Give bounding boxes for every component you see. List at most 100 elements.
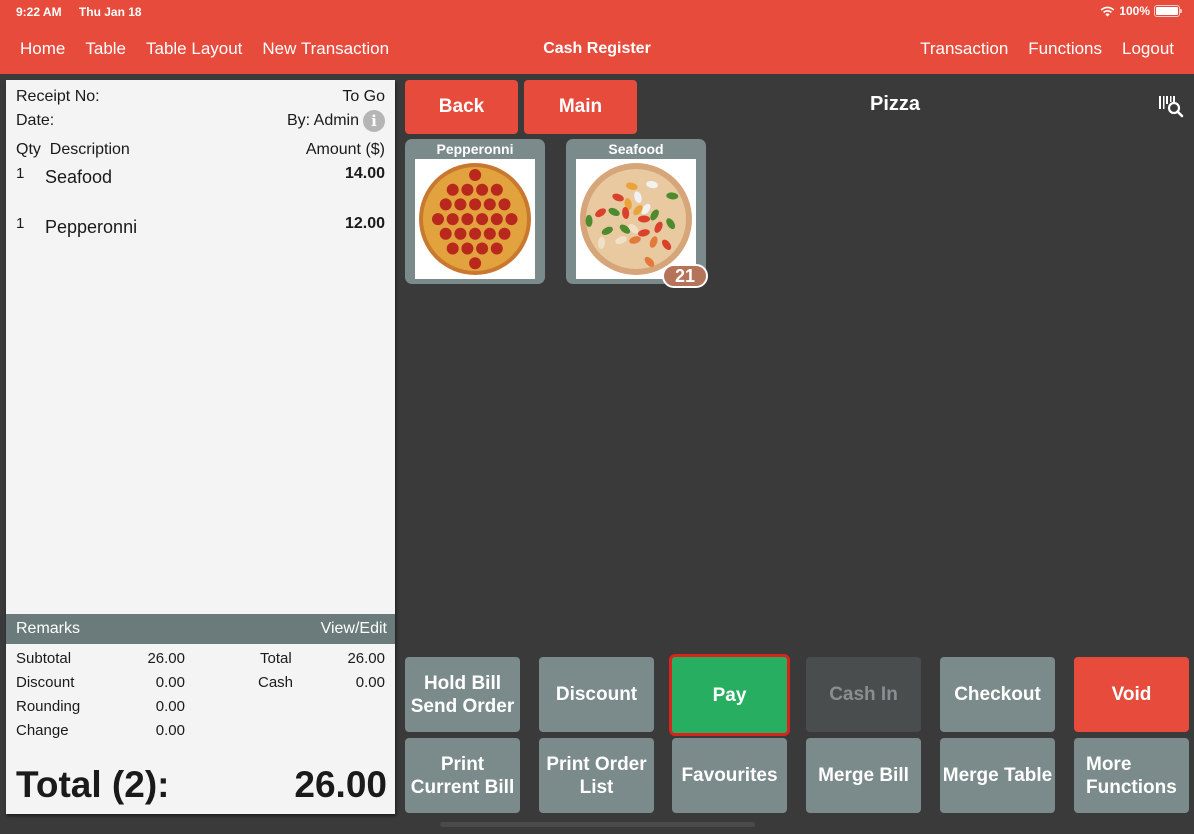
print-order-list-button[interactable]: Print Order List <box>539 738 654 813</box>
seafood-pizza-image <box>576 159 696 279</box>
home-indicator[interactable] <box>440 822 755 827</box>
nav-logout[interactable]: Logout <box>1122 39 1174 59</box>
pepperoni-slice <box>476 183 489 196</box>
pepperoni-slice <box>483 198 496 211</box>
change-value: 0.00 <box>155 722 185 739</box>
remarks-label: Remarks <box>16 620 81 637</box>
grand-total: Total (2): 26.00 <box>16 764 387 806</box>
remarks-bar[interactable]: Remarks View/Edit <box>6 614 395 644</box>
pepperoni-slice <box>490 183 503 196</box>
item-qty: 1 <box>16 215 25 232</box>
grand-total-label: Total (2): <box>16 764 170 805</box>
checkout-button[interactable]: Checkout <box>940 657 1055 732</box>
seafood-topping <box>638 215 650 223</box>
pepperoni-slice <box>490 213 503 226</box>
pizza-icon <box>419 163 531 275</box>
item-description: Seafood <box>45 167 113 187</box>
pepperoni-slice <box>469 227 482 240</box>
pepperoni-slice <box>498 198 511 211</box>
by-admin: By: Admin i <box>287 110 385 132</box>
nav-new-transaction[interactable]: New Transaction <box>262 39 389 59</box>
by-label: By: Admin <box>286 112 359 129</box>
pepperoni-slice <box>505 213 518 226</box>
receipt-no-row: Receipt No: To Go <box>16 88 385 106</box>
pepperoni-slice <box>446 213 459 226</box>
pepperoni-slice <box>498 227 511 240</box>
col-description: Description <box>49 141 130 158</box>
pepperoni-slice <box>446 242 459 255</box>
status-time: 9:22 AM <box>16 5 62 19</box>
grand-total-value: 26.00 <box>294 764 387 805</box>
nav-table[interactable]: Table <box>85 39 126 59</box>
pepperoni-slice <box>476 213 489 226</box>
date-label: Date: <box>16 112 55 129</box>
item-description: Pepperonni <box>45 217 138 237</box>
pepperoni-slice <box>461 213 474 226</box>
item-amount: 12.00 <box>344 215 385 232</box>
pepperoni-slice <box>454 198 467 211</box>
product-name: Pepperonni <box>436 141 514 157</box>
print-current-bill-button[interactable]: Print Current Bill <box>405 738 520 813</box>
pay-button[interactable]: Pay <box>669 654 790 736</box>
col-qty: Qty <box>16 141 41 158</box>
battery-percent: 100% <box>1119 4 1150 18</box>
nav-left: Home Table Table Layout New Transaction <box>20 39 389 59</box>
status-bar-right: 100% <box>1100 4 1182 18</box>
nav-table-layout[interactable]: Table Layout <box>146 39 242 59</box>
merge-bill-button[interactable]: Merge Bill <box>806 738 921 813</box>
pepperoni-slice <box>469 257 482 270</box>
pepperoni-pizza-image <box>415 159 535 279</box>
pepperoni-slice <box>454 227 467 240</box>
remarks-view-edit[interactable]: View/Edit <box>321 620 387 638</box>
product-tile-pepperonni[interactable]: Pepperonni <box>405 139 545 284</box>
receipt-item[interactable]: 1 Pepperonni 12.00 <box>16 215 385 241</box>
void-button[interactable]: Void <box>1074 657 1189 732</box>
nav-home[interactable]: Home <box>20 39 65 59</box>
nav-right: Transaction Functions Logout <box>920 39 1174 59</box>
pepperoni-slice <box>469 169 482 181</box>
barcode-search-icon[interactable] <box>1158 94 1184 118</box>
status-bar-left: 9:22 AM Thu Jan 18 <box>16 5 156 19</box>
pepperoni-slice <box>490 242 503 255</box>
receipt-panel: Receipt No: To Go Date: By: Admin i Qty … <box>6 80 395 814</box>
pepperoni-slice <box>439 198 452 211</box>
category-title: Pizza <box>870 93 921 115</box>
order-type[interactable]: To Go <box>342 88 385 106</box>
favourites-button[interactable]: Favourites <box>672 738 787 813</box>
change-label: Change <box>16 722 69 739</box>
nav-functions[interactable]: Functions <box>1028 39 1102 59</box>
total-label: Total <box>260 650 292 667</box>
pepperoni-slice <box>476 242 489 255</box>
pepperoni-slice <box>461 183 474 196</box>
stock-count-badge: 21 <box>662 264 708 288</box>
total-value: 26.00 <box>347 650 385 667</box>
info-icon[interactable]: i <box>363 110 385 132</box>
receipt-item[interactable]: 1 Seafood 14.00 <box>16 165 385 191</box>
pepperoni-slice <box>439 227 452 240</box>
pizza-icon <box>580 163 692 275</box>
col-qty-desc: Qty Description <box>16 141 130 159</box>
rounding-label: Rounding <box>16 698 81 715</box>
wifi-icon <box>1100 6 1115 16</box>
discount-value: 0.00 <box>155 674 185 691</box>
top-bar: 9:22 AM Thu Jan 18 100% Home Table Table… <box>0 0 1194 74</box>
discount-button[interactable]: Discount <box>539 657 654 732</box>
rounding-value: 0.00 <box>155 698 185 715</box>
battery-fill <box>1156 7 1178 15</box>
merge-table-button[interactable]: Merge Table <box>940 738 1055 813</box>
discount-label: Discount <box>16 674 75 691</box>
item-qty: 1 <box>16 165 25 182</box>
cash-in-button[interactable]: Cash In <box>806 657 921 732</box>
item-amount: 14.00 <box>344 165 385 182</box>
back-button[interactable]: Back <box>405 80 518 134</box>
column-header: Qty Description Amount ($) <box>16 141 385 159</box>
receipt-no-label: Receipt No: <box>16 88 100 105</box>
product-tile-seafood[interactable]: Seafood 21 <box>566 139 708 288</box>
nav-transaction[interactable]: Transaction <box>920 39 1008 59</box>
main-button[interactable]: Main <box>524 80 637 134</box>
hold-bill-send-order-button[interactable]: Hold Bill Send Order <box>405 657 520 732</box>
col-amount: Amount ($) <box>305 141 385 158</box>
more-functions-button[interactable]: More Functions <box>1074 738 1189 813</box>
pepperoni-slice <box>469 198 482 211</box>
subtotal-value: 26.00 <box>147 650 185 667</box>
